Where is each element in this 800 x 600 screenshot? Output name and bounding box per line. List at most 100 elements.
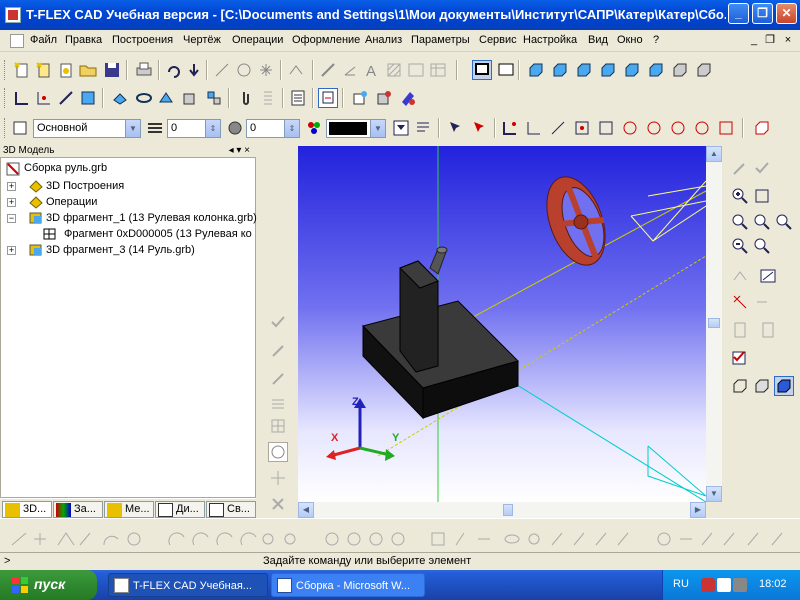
measure-icon[interactable] xyxy=(318,88,338,108)
scroll-down-icon[interactable]: ▼ xyxy=(706,486,722,502)
line-width-icon[interactable] xyxy=(145,118,165,138)
level-input[interactable]: 0 ⇕ xyxy=(246,119,300,138)
hidden-line-icon[interactable] xyxy=(752,376,772,396)
view-2d-window-icon[interactable] xyxy=(496,60,516,80)
layer-icon[interactable] xyxy=(10,118,30,138)
level-icon[interactable] xyxy=(225,118,245,138)
cancel-x-icon[interactable] xyxy=(268,494,288,514)
menu-edit[interactable]: Правка xyxy=(65,34,102,46)
panel-controls[interactable]: ◂ ▾ × xyxy=(229,144,250,158)
horizontal-scrollbar[interactable]: ◀ ▶ xyxy=(298,502,706,518)
wireframe-icon[interactable] xyxy=(730,376,750,396)
redo-icon[interactable] xyxy=(184,60,204,80)
pen-tool-icon[interactable] xyxy=(268,340,288,360)
color-select[interactable]: ▼ xyxy=(326,119,386,138)
taskbar-item-tflex[interactable]: T-FLEX CAD Учебная... xyxy=(108,573,268,597)
language-indicator[interactable]: RU xyxy=(673,578,689,590)
tab-menu[interactable]: Ме... xyxy=(104,501,154,518)
view-left-icon[interactable] xyxy=(574,60,594,80)
3d-node-icon[interactable] xyxy=(34,88,54,108)
doc-icon[interactable] xyxy=(10,34,24,48)
maximize-button[interactable]: ❐ xyxy=(752,3,773,24)
menu-window[interactable]: Окно xyxy=(617,34,643,46)
view-top-icon[interactable] xyxy=(622,60,642,80)
view-dimetric-icon[interactable] xyxy=(694,60,714,80)
menu-drawing[interactable]: Чертёж xyxy=(183,34,221,46)
save-icon[interactable] xyxy=(102,60,122,80)
table-icon[interactable] xyxy=(428,60,448,80)
zoom-real-icon[interactable] xyxy=(752,236,772,256)
snap-circle-icon[interactable] xyxy=(620,118,640,138)
snap-end-icon[interactable] xyxy=(524,118,544,138)
scroll-thumb[interactable] xyxy=(708,318,720,328)
vertical-scrollbar[interactable]: ▲ ▼ xyxy=(706,146,722,502)
snap-intersection-icon[interactable] xyxy=(692,118,712,138)
move-tool-icon[interactable] xyxy=(268,468,288,488)
scroll-left-icon[interactable]: ◀ xyxy=(298,502,314,518)
snap-quadrant-icon[interactable] xyxy=(668,118,688,138)
filter-icon[interactable] xyxy=(391,118,411,138)
view-bottom-icon[interactable] xyxy=(646,60,666,80)
mdi-minimize-button[interactable]: _ xyxy=(746,33,762,47)
chevron-down-icon[interactable]: ▼ xyxy=(125,120,140,137)
boolean-icon[interactable] xyxy=(180,88,200,108)
new-assembly-icon[interactable] xyxy=(56,60,76,80)
ok-check-icon[interactable] xyxy=(268,312,288,332)
tree-item-fragment-1[interactable]: − 3D фрагмент_1 (13 Рулевая колонка.grb) xyxy=(6,211,257,227)
clock[interactable]: 18:02 xyxy=(759,578,787,590)
workplane-icon[interactable] xyxy=(12,88,32,108)
snap-tangent-icon[interactable] xyxy=(644,118,664,138)
menu-parameters[interactable]: Параметры xyxy=(411,34,470,46)
toolbar-grip[interactable] xyxy=(4,60,7,80)
menu-file[interactable]: Файл xyxy=(30,34,57,46)
new-icon[interactable] xyxy=(12,60,32,80)
expand-icon[interactable]: + xyxy=(7,246,16,255)
tree-item-fragment-0xD000005[interactable]: Фрагмент 0xD000005 (13 Рулевая ко xyxy=(6,227,256,243)
menu-service[interactable]: Сервис xyxy=(479,34,517,46)
zoom-previous-icon[interactable] xyxy=(774,212,794,232)
print-icon[interactable] xyxy=(134,60,154,80)
menu-analysis[interactable]: Анализ xyxy=(365,34,402,46)
array-icon[interactable] xyxy=(204,88,224,108)
zoom-pen-icon[interactable] xyxy=(730,158,750,178)
tree-item-3d-constructions[interactable]: + 3D Построения xyxy=(6,179,256,195)
view-right-icon[interactable] xyxy=(598,60,618,80)
app-icon[interactable] xyxy=(5,7,21,23)
material-icon[interactable] xyxy=(374,88,394,108)
view-front-icon[interactable] xyxy=(526,60,546,80)
3d-profile-icon[interactable] xyxy=(78,88,98,108)
close-button[interactable]: ✕ xyxy=(776,3,797,24)
rotate-icon[interactable] xyxy=(134,88,154,108)
tab-tasks[interactable]: За... xyxy=(53,501,103,518)
minimize-button[interactable]: _ xyxy=(728,3,749,24)
title-bar[interactable]: T-FLEX CAD Учебная версия - [C:\Document… xyxy=(0,0,800,30)
zoom-in-icon[interactable] xyxy=(730,186,750,206)
scroll-up-icon[interactable]: ▲ xyxy=(706,146,722,162)
zoom-window-icon[interactable] xyxy=(730,212,750,232)
spring-icon[interactable] xyxy=(258,88,278,108)
menu-help[interactable]: ? xyxy=(653,34,659,46)
scroll-thumb[interactable] xyxy=(503,504,513,516)
scroll-right-icon[interactable]: ▶ xyxy=(690,502,706,518)
loft-icon[interactable] xyxy=(156,88,176,108)
page-view-icon[interactable] xyxy=(730,320,750,340)
layer-select[interactable]: Основной ▼ xyxy=(33,119,141,138)
snap-node-icon[interactable] xyxy=(500,118,520,138)
line-width-input[interactable]: 0 ⇕ xyxy=(167,119,221,138)
tree-item-operations[interactable]: + Операции xyxy=(6,195,256,211)
grid-tool-icon[interactable] xyxy=(268,416,288,436)
tree-item-fragment-3[interactable]: + 3D фрагмент_3 (14 Руль.grb) xyxy=(6,243,256,259)
circle-tool-icon[interactable] xyxy=(268,442,288,462)
filter-options-icon[interactable] xyxy=(413,118,433,138)
view-3d-window-icon[interactable] xyxy=(472,60,492,80)
3d-viewport[interactable]: Z X Y xyxy=(298,146,706,502)
chevron-down-icon[interactable]: ▼ xyxy=(370,120,385,137)
extrude-icon[interactable] xyxy=(110,88,130,108)
zoom-out-icon[interactable] xyxy=(730,236,750,256)
menu-view[interactable]: Вид xyxy=(588,34,608,46)
mdi-restore-button[interactable]: ❐ xyxy=(762,33,778,47)
3d-path-icon[interactable] xyxy=(56,88,76,108)
node-icon[interactable] xyxy=(256,60,276,80)
expand-icon[interactable]: + xyxy=(7,182,16,191)
render-view-icon[interactable] xyxy=(758,266,778,286)
